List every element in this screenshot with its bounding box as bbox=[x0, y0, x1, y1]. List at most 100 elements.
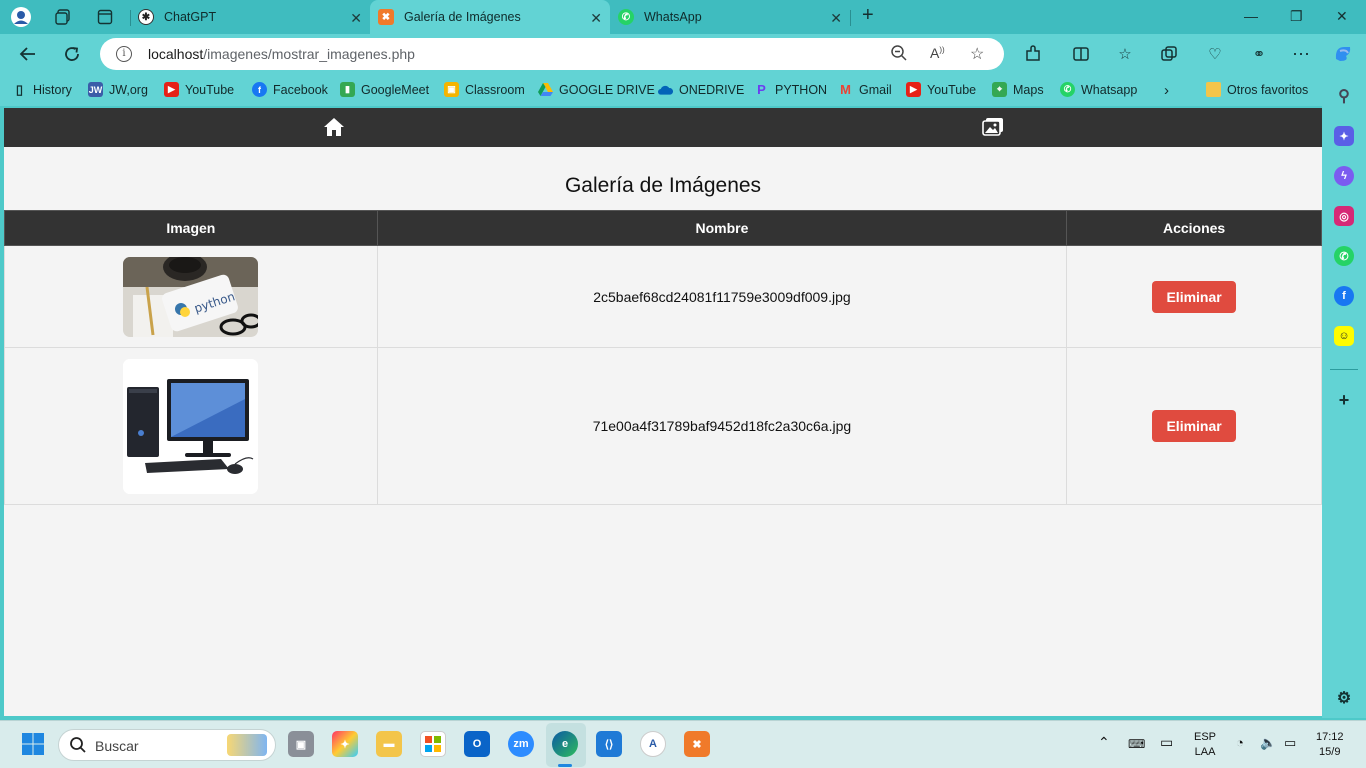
add-sidebar-app-icon[interactable]: + bbox=[1334, 390, 1354, 410]
youtube-icon: ▶ bbox=[906, 82, 921, 97]
more-options-icon[interactable]: ⋯ bbox=[1290, 43, 1312, 65]
snapchat-icon[interactable]: ☺ bbox=[1334, 326, 1354, 346]
table-row: python 2c5baef68cd24081f11759e3009df009.… bbox=[4, 245, 1322, 348]
bookmark-maps[interactable]: ⌖ Maps bbox=[992, 82, 1044, 97]
bookmark-jw[interactable]: JW JW,org bbox=[88, 82, 148, 97]
refresh-button[interactable] bbox=[60, 42, 84, 66]
search-icon bbox=[69, 736, 87, 757]
column-header-imagen: Imagen bbox=[4, 210, 378, 246]
column-header-nombre: Nombre bbox=[376, 210, 1068, 246]
filename-cell: 71e00a4f31789baf9452d18fc2a30c6a.jpg bbox=[376, 347, 1068, 505]
read-aloud-icon[interactable]: A)) bbox=[930, 45, 945, 61]
outlook-icon[interactable]: O bbox=[464, 731, 490, 757]
minimize-button[interactable]: — bbox=[1244, 8, 1258, 24]
copilot-app-icon[interactable]: ✦ bbox=[332, 731, 358, 757]
profile-avatar-icon[interactable] bbox=[10, 6, 32, 28]
xampp-icon: ✖ bbox=[378, 9, 394, 25]
bookmark-youtube-2[interactable]: ▶ YouTube bbox=[906, 82, 976, 97]
image-cell bbox=[4, 347, 378, 505]
settings-gear-icon[interactable]: ⚙ bbox=[1334, 688, 1354, 708]
table-row: 71e00a4f31789baf9452d18fc2a30c6a.jpg Eli… bbox=[4, 347, 1322, 505]
youtube-icon: ▶ bbox=[164, 82, 179, 97]
restore-button[interactable]: ❐ bbox=[1290, 8, 1303, 25]
clock[interactable]: 17:12 15/9 bbox=[1316, 730, 1344, 760]
url-text[interactable]: localhost/imagenes/mostrar_imagenes.php bbox=[148, 46, 415, 62]
images-table: Imagen Nombre Acciones python 2c5baef68c… bbox=[4, 210, 1322, 505]
whatsapp-icon[interactable]: ✆ bbox=[1334, 246, 1354, 266]
address-bar[interactable]: i localhost/imagenes/mostrar_imagenes.ph… bbox=[100, 38, 1004, 70]
actions-cell: Eliminar bbox=[1066, 347, 1322, 505]
bookmark-whatsapp[interactable]: ✆ Whatsapp bbox=[1060, 82, 1137, 97]
whatsapp-icon: ✆ bbox=[618, 9, 634, 25]
bookmark-gmail[interactable]: M Gmail bbox=[838, 82, 892, 97]
windows-start-icon[interactable] bbox=[20, 731, 46, 757]
instagram-icon[interactable]: ◎ bbox=[1334, 206, 1354, 226]
tab-strip: ✱ ChatGPT ✕ ✖ Galería de Imágenes ✕ ✆ Wh… bbox=[0, 0, 1366, 34]
copilot-icon[interactable] bbox=[1332, 43, 1354, 65]
close-tab-icon[interactable]: ✕ bbox=[830, 10, 842, 27]
copilot-sidebar-icon[interactable]: ✦ bbox=[1334, 126, 1354, 146]
bookmark-googlemeet[interactable]: ▮ GoogleMeet bbox=[340, 82, 429, 97]
new-tab-button[interactable]: + bbox=[862, 4, 874, 27]
favorites-icon[interactable]: ☆ bbox=[1114, 43, 1136, 65]
table-header-row: Imagen Nombre Acciones bbox=[4, 210, 1322, 246]
copilot-share-icon[interactable]: ⚭ bbox=[1248, 43, 1270, 65]
close-window-button[interactable]: ✕ bbox=[1336, 8, 1348, 25]
gallery-images-icon[interactable] bbox=[981, 116, 1005, 138]
bookmark-python[interactable]: P PYTHON bbox=[754, 82, 827, 97]
tab-galeria[interactable]: ✖ Galería de Imágenes ✕ bbox=[370, 0, 610, 34]
input-language[interactable]: ESP LAA bbox=[1194, 730, 1216, 760]
task-view-icon[interactable]: ▣ bbox=[288, 731, 314, 757]
microsoft-store-icon[interactable] bbox=[420, 731, 446, 757]
browser-essentials-icon[interactable]: ♡ bbox=[1204, 43, 1226, 65]
zoom-icon[interactable] bbox=[890, 44, 908, 67]
browser-toolbar: i localhost/imagenes/mostrar_imagenes.ph… bbox=[0, 34, 1366, 74]
vscode-icon[interactable]: ⟨⟩ bbox=[596, 731, 622, 757]
collections-icon[interactable] bbox=[1158, 43, 1180, 65]
bookmarks-bar: ▯ History JW JW,org ▶ YouTube f Facebook… bbox=[0, 74, 1322, 106]
bookmark-classroom[interactable]: ▣ Classroom bbox=[444, 82, 525, 97]
tab-chatgpt[interactable]: ✱ ChatGPT ✕ bbox=[130, 0, 370, 34]
other-favorites-folder[interactable]: Otros favoritos bbox=[1206, 82, 1308, 97]
close-tab-icon[interactable]: ✕ bbox=[590, 10, 602, 27]
search-icon[interactable]: ⚲ bbox=[1334, 86, 1354, 106]
close-tab-icon[interactable]: ✕ bbox=[350, 10, 362, 27]
tab-whatsapp[interactable]: ✆ WhatsApp ✕ bbox=[610, 0, 850, 34]
bookmark-history[interactable]: ▯ History bbox=[12, 82, 72, 97]
keyboard-icon[interactable]: ⌨ bbox=[1128, 737, 1145, 752]
delete-button[interactable]: Eliminar bbox=[1152, 410, 1236, 442]
delete-button[interactable]: Eliminar bbox=[1152, 280, 1236, 313]
zoom-app-icon[interactable]: zm bbox=[508, 731, 534, 757]
more-bookmarks-chevron-icon[interactable]: › bbox=[1164, 82, 1169, 99]
file-explorer-icon[interactable]: ▬ bbox=[376, 731, 402, 757]
bookmark-youtube[interactable]: ▶ YouTube bbox=[164, 82, 234, 97]
site-navbar bbox=[4, 108, 1322, 147]
display-icon[interactable]: ▭ bbox=[1160, 735, 1173, 750]
bookmark-facebook[interactable]: f Facebook bbox=[252, 82, 328, 97]
windows-taskbar: Buscar ▣ ✦ ▬ O zm e ⟨⟩ A ✖ ⌃ ⌨ ▭ ESP LAA… bbox=[0, 720, 1366, 768]
home-icon[interactable] bbox=[322, 116, 346, 138]
volume-icon[interactable]: 🔈 bbox=[1260, 735, 1276, 750]
messenger-icon[interactable]: ϟ bbox=[1334, 166, 1354, 186]
gmail-icon: M bbox=[840, 82, 851, 97]
battery-icon[interactable]: ▭ bbox=[1284, 735, 1296, 750]
extensions-icon[interactable] bbox=[1022, 43, 1044, 65]
split-screen-icon[interactable] bbox=[1070, 43, 1092, 65]
favorite-star-icon[interactable]: ☆ bbox=[970, 44, 984, 64]
tab-actions-icon[interactable] bbox=[94, 6, 116, 28]
search-highlight-icon bbox=[227, 734, 267, 756]
xampp-icon[interactable]: ✖ bbox=[684, 731, 710, 757]
site-info-icon[interactable]: i bbox=[116, 46, 132, 62]
facebook-icon[interactable]: f bbox=[1334, 286, 1354, 306]
wifi-icon[interactable]: ◔ bbox=[1236, 735, 1244, 750]
bookmark-onedrive[interactable]: ONEDRIVE bbox=[658, 82, 744, 97]
app-icon[interactable]: A bbox=[640, 731, 666, 757]
bookmark-google-drive[interactable]: GOOGLE DRIVE bbox=[538, 82, 655, 97]
back-button[interactable] bbox=[16, 42, 40, 66]
actions-cell: Eliminar bbox=[1066, 245, 1322, 348]
workspaces-icon[interactable] bbox=[52, 6, 74, 28]
show-hidden-icons-chevron-icon[interactable]: ⌃ bbox=[1098, 735, 1110, 750]
edge-browser-icon[interactable]: e bbox=[552, 731, 578, 757]
taskbar-search[interactable]: Buscar bbox=[58, 729, 276, 761]
chatgpt-icon: ✱ bbox=[138, 9, 154, 25]
